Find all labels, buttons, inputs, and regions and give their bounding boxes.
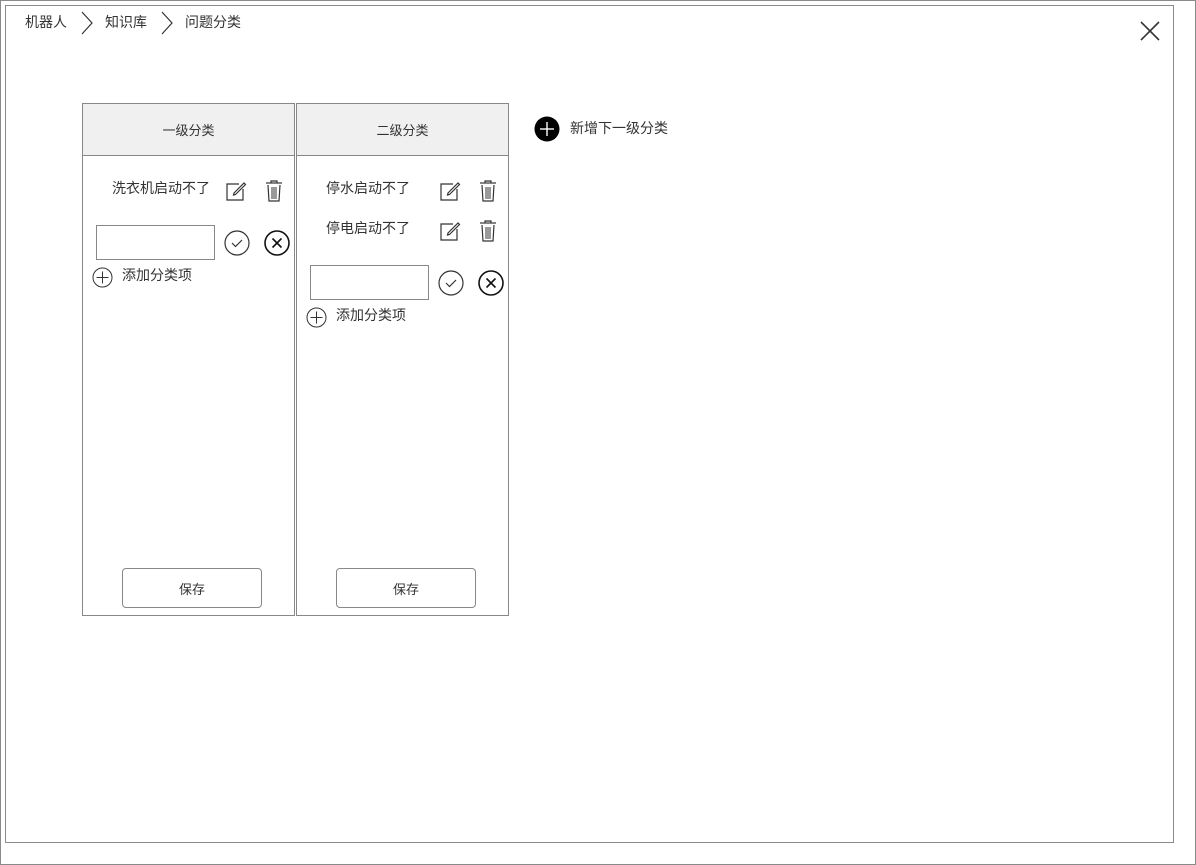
panel-header: 一级分类 bbox=[83, 104, 294, 156]
edit-icon[interactable] bbox=[439, 220, 461, 242]
save-button[interactable]: 保存 bbox=[122, 568, 262, 608]
plus-circle-filled-icon[interactable] bbox=[534, 116, 560, 142]
category-item-label: 停电启动不了 bbox=[326, 221, 410, 237]
add-category-item-label[interactable]: 添加分类项 bbox=[122, 267, 192, 285]
save-button[interactable]: 保存 bbox=[336, 568, 476, 608]
plus-circle-icon[interactable] bbox=[306, 307, 327, 328]
trash-icon[interactable] bbox=[478, 179, 498, 203]
close-icon[interactable] bbox=[1139, 20, 1161, 42]
check-circle-icon[interactable] bbox=[438, 270, 464, 296]
chevron-right-icon bbox=[81, 11, 93, 35]
add-category-item-label[interactable]: 添加分类项 bbox=[336, 307, 406, 325]
chevron-right-icon bbox=[161, 11, 173, 35]
second-level-category-panel: 二级分类 停水启动不了 停电启动不了 添加分类项 保存 bbox=[296, 103, 509, 616]
panel-header: 二级分类 bbox=[297, 104, 508, 156]
trash-icon[interactable] bbox=[478, 219, 498, 243]
new-category-input[interactable] bbox=[96, 225, 215, 260]
edit-icon[interactable] bbox=[225, 180, 247, 202]
trash-icon[interactable] bbox=[264, 179, 284, 203]
category-item-label: 洗衣机启动不了 bbox=[112, 181, 210, 197]
x-circle-icon[interactable] bbox=[478, 270, 504, 296]
new-category-input[interactable] bbox=[310, 265, 429, 300]
breadcrumb-item-knowledge-base[interactable]: 知识库 bbox=[105, 14, 147, 32]
x-circle-icon[interactable] bbox=[264, 230, 290, 256]
breadcrumb-item-robot[interactable]: 机器人 bbox=[25, 14, 67, 32]
check-circle-icon[interactable] bbox=[224, 230, 250, 256]
first-level-category-panel: 一级分类 洗衣机启动不了 添加分类项 保存 bbox=[82, 103, 295, 616]
add-next-level-category-label[interactable]: 新增下一级分类 bbox=[570, 120, 668, 138]
plus-circle-icon[interactable] bbox=[92, 267, 113, 288]
category-item-label: 停水启动不了 bbox=[326, 181, 410, 197]
edit-icon[interactable] bbox=[439, 180, 461, 202]
breadcrumb-item-question-category: 问题分类 bbox=[185, 15, 241, 31]
